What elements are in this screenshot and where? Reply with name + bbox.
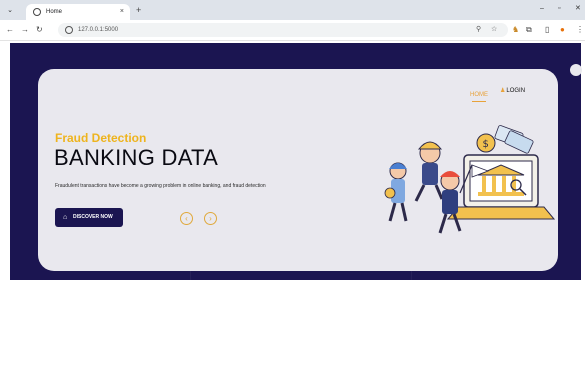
browser-toolbar: ← → ↻ 127.0.0.1:5000 ⚲ ☆ ♞ ⧉ ▯ ● ⋮ bbox=[0, 20, 585, 41]
bookmark-star-icon[interactable]: ☆ bbox=[491, 25, 497, 35]
laptop-bank-icon bbox=[446, 154, 556, 220]
svg-text:$: $ bbox=[483, 139, 489, 150]
globe-icon bbox=[33, 8, 41, 16]
zoom-icon[interactable]: ⚲ bbox=[476, 25, 481, 35]
user-icon: ♟ bbox=[500, 88, 506, 94]
business-woman-figure bbox=[384, 162, 408, 222]
discover-now-button[interactable]: ⌂ DISCOVER NOW bbox=[55, 208, 123, 227]
hero-card: HOME ♟LOGIN Fraud Detection BANKING DATA… bbox=[38, 69, 558, 271]
extension-icon[interactable]: ♞ bbox=[512, 25, 519, 35]
hero-kicker: Fraud Detection bbox=[55, 131, 147, 145]
profile-icon[interactable]: ● bbox=[560, 25, 565, 35]
banknotes-icon bbox=[494, 125, 534, 154]
discover-now-label: DISCOVER NOW bbox=[73, 214, 113, 220]
business-person-figure bbox=[414, 141, 444, 202]
tab-search-icon[interactable]: ⌄ bbox=[5, 6, 15, 15]
hero-description: Fraudulent transactions have become a gr… bbox=[55, 183, 266, 189]
carousel-next-button[interactable]: › bbox=[204, 212, 217, 225]
coin-icon: $ bbox=[476, 133, 496, 153]
url-text: 127.0.0.1:5000 bbox=[78, 27, 119, 33]
carousel-prev-button[interactable]: ‹ bbox=[180, 212, 193, 225]
forward-icon[interactable]: → bbox=[21, 25, 29, 35]
site-info-icon[interactable] bbox=[65, 26, 73, 34]
nav-login-label: LOGIN bbox=[506, 88, 526, 94]
page-viewport: HOME ♟LOGIN Fraud Detection BANKING DATA… bbox=[0, 41, 585, 385]
restore-icon[interactable]: ▫ bbox=[558, 4, 560, 14]
nav-login-link[interactable]: ♟LOGIN bbox=[500, 87, 525, 95]
hero-title: BANKING DATA bbox=[54, 145, 219, 170]
nav-home-underline bbox=[472, 101, 486, 102]
tab-close-icon[interactable]: × bbox=[120, 7, 124, 17]
new-tab-icon[interactable]: + bbox=[136, 5, 141, 15]
address-bar[interactable]: 127.0.0.1:5000 ⚲ ☆ bbox=[58, 23, 508, 37]
browser-menu-icon[interactable]: ⋮ bbox=[576, 25, 584, 35]
banking-illustration: $ bbox=[384, 125, 556, 234]
minimize-icon[interactable]: – bbox=[540, 4, 544, 14]
tab-home[interactable]: Home × bbox=[26, 4, 130, 20]
bank-icon: ⌂ bbox=[63, 214, 68, 221]
reload-icon[interactable]: ↻ bbox=[36, 25, 43, 35]
side-panel-icon[interactable]: ▯ bbox=[545, 25, 549, 35]
scrollbar-thumb[interactable] bbox=[570, 64, 582, 76]
back-icon[interactable]: ← bbox=[6, 25, 14, 35]
close-window-icon[interactable]: ✕ bbox=[575, 4, 581, 14]
browser-tab-strip: ⌄ Home × + – ▫ ✕ bbox=[0, 0, 585, 20]
nav-home-link[interactable]: HOME bbox=[470, 91, 488, 99]
tab-title: Home bbox=[46, 9, 63, 15]
extensions-puzzle-icon[interactable]: ⧉ bbox=[526, 25, 532, 35]
